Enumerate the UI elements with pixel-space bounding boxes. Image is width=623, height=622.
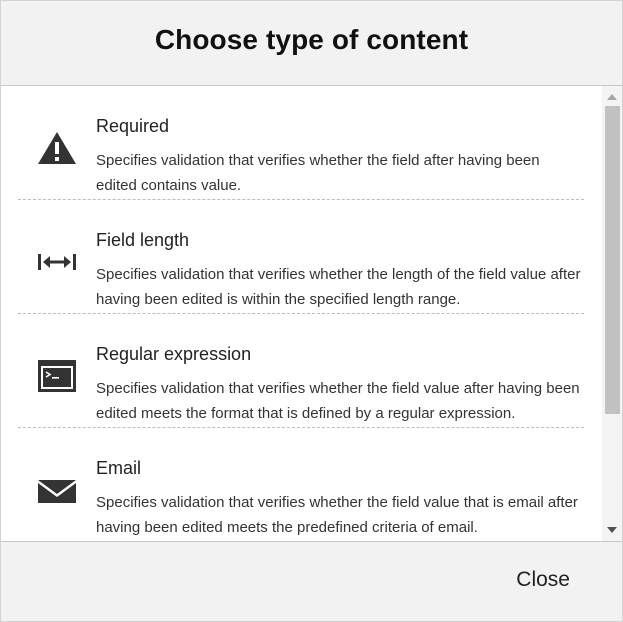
field-length-icon bbox=[36, 244, 78, 280]
choose-content-dialog: Choose type of content Required Specifie… bbox=[0, 0, 623, 622]
content-type-description: Specifies validation that verifies wheth… bbox=[96, 380, 580, 422]
content-type-description: Specifies validation that verifies wheth… bbox=[96, 152, 540, 194]
content-list-area[interactable]: Required Specifies validation that verif… bbox=[1, 86, 622, 541]
dialog-footer: Close bbox=[1, 541, 622, 621]
vertical-scrollbar[interactable] bbox=[602, 86, 622, 541]
content-type-list: Required Specifies validation that verif… bbox=[18, 86, 584, 541]
close-button[interactable]: Close bbox=[516, 568, 570, 592]
dialog-header: Choose type of content bbox=[1, 1, 622, 86]
warning-icon bbox=[36, 130, 78, 166]
content-type-title: Regular expression bbox=[96, 344, 252, 364]
content-type-title: Email bbox=[96, 458, 142, 478]
scrollbar-thumb[interactable] bbox=[605, 106, 620, 414]
scroll-down-arrow-icon[interactable] bbox=[607, 527, 617, 533]
content-type-title: Field length bbox=[96, 230, 190, 250]
content-type-description: Specifies validation that verifies wheth… bbox=[96, 266, 581, 308]
content-type-item-required[interactable]: Required Specifies validation that verif… bbox=[18, 86, 584, 200]
content-type-title: Required bbox=[96, 116, 170, 136]
content-type-item-field-length[interactable]: Field length Specifies validation that v… bbox=[18, 200, 584, 314]
dialog-title: Choose type of content bbox=[154, 24, 469, 55]
scroll-up-arrow-icon[interactable] bbox=[607, 94, 617, 100]
content-type-item-regular-expression[interactable]: Regular expression Specifies validation … bbox=[18, 314, 584, 428]
content-type-description: Specifies validation that verifies wheth… bbox=[96, 494, 578, 536]
content-type-item-email[interactable]: Email Specifies validation that verifies… bbox=[18, 428, 584, 541]
terminal-icon bbox=[36, 358, 78, 394]
envelope-icon bbox=[36, 472, 78, 508]
